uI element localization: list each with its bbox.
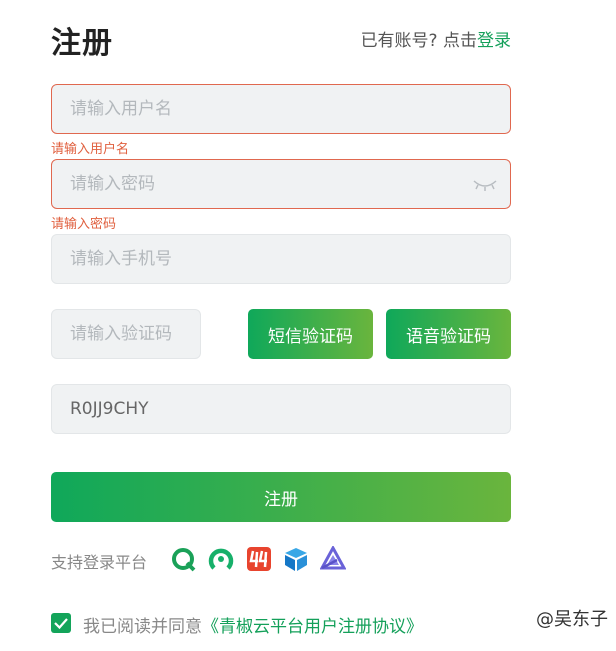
green-logo-icon[interactable] [208, 546, 234, 572]
password-field[interactable] [51, 159, 511, 209]
agreement-checkbox[interactable] [51, 613, 71, 633]
login-prompt: 已有账号? 点击登录 [361, 26, 511, 51]
username-error: 请输入用户名 [51, 142, 130, 157]
checkmark-icon [54, 618, 68, 630]
page-title: 注册 [51, 26, 113, 61]
have-account-text: 已有账号? 点击 [360, 31, 477, 51]
triangle-logo-icon[interactable] [320, 546, 346, 572]
sms-code-button[interactable]: 短信验证码 [248, 309, 373, 359]
password-error: 请输入密码 [51, 217, 117, 232]
register-button[interactable]: 注册 [51, 472, 511, 522]
cube-icon[interactable] [283, 546, 309, 572]
agreement-text: 我已阅读并同意《青椒云平台用户注册协议》 [83, 612, 423, 637]
agreement-label: 我已阅读并同意 [83, 617, 202, 637]
username-input[interactable] [52, 85, 510, 133]
eye-closed-icon[interactable] [472, 174, 498, 194]
code-field[interactable] [51, 309, 201, 359]
phone-input[interactable] [52, 235, 510, 283]
voice-code-button[interactable]: 语音验证码 [386, 309, 511, 359]
captcha-field[interactable] [51, 384, 511, 434]
code-input[interactable] [52, 310, 200, 358]
captcha-input[interactable] [52, 385, 510, 433]
agreement-link[interactable]: 《青椒云平台用户注册协议》 [202, 617, 423, 637]
platforms-label: 支持登录平台 [51, 553, 148, 572]
login-link[interactable]: 登录 [477, 31, 511, 51]
watermark: @吴东子 [536, 609, 608, 630]
password-input[interactable] [52, 160, 510, 208]
username-field[interactable] [51, 84, 511, 134]
qingcloud-icon[interactable] [171, 546, 197, 572]
phone-field[interactable] [51, 234, 511, 284]
red-logo-icon[interactable] [246, 546, 272, 572]
